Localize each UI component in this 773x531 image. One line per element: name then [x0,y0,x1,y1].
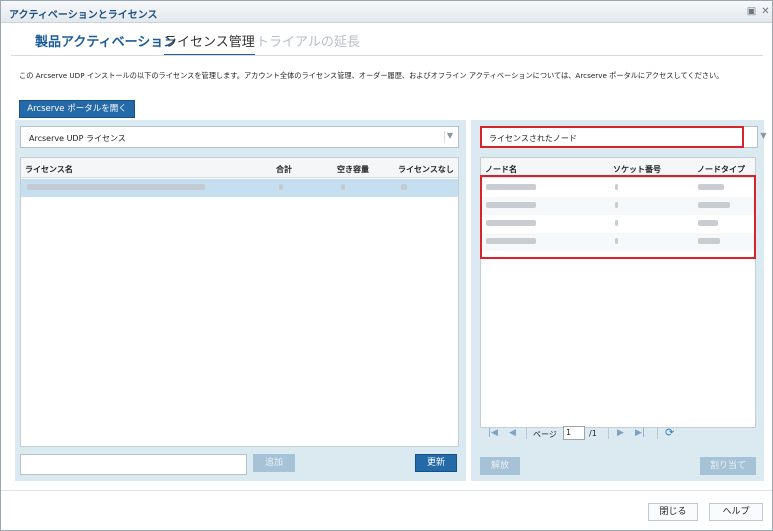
column-node-name[interactable]: ノード名 [485,164,517,175]
tabs-divider [11,55,763,56]
license-row[interactable] [21,179,458,197]
node-row[interactable] [481,179,755,197]
pager-divider [526,428,527,439]
redacted-node-name [486,220,536,226]
next-page-icon[interactable]: ▶ [617,428,624,438]
release-button[interactable]: 解放 [480,457,520,475]
node-row[interactable] [481,197,755,215]
dialog-title: アクティベーションとライセンス [9,10,158,21]
column-node-type[interactable]: ノードタイプ [697,164,745,175]
pagination-bar: |◀ ◀ ページ 1 /1 ▶ ▶| ⟳ [481,426,753,442]
column-total[interactable]: 合計 [276,164,292,175]
chevron-down-icon[interactable]: ▼ [444,131,455,143]
open-portal-button[interactable]: Arcserve ポータルを開く [19,100,135,118]
column-license-name[interactable]: ライセンス名 [25,164,73,175]
column-socket-number[interactable]: ソケット番号 [613,164,661,175]
license-type-value: Arcserve UDP ライセンス [29,134,126,143]
redacted-node-type [698,184,724,190]
refresh-icon[interactable]: ⟳ [665,426,674,439]
node-row[interactable] [481,215,755,233]
close-button[interactable]: 閉じる [648,503,698,521]
license-key-input[interactable] [20,454,247,475]
footer-divider [1,490,772,491]
node-grid: ノード名 ソケット番号 ノードタイプ [480,157,756,428]
license-panel: Arcserve UDP ライセンス ▼ ライセンス名 合計 空き容量 ライセン… [15,120,466,481]
license-grid: ライセンス名 合計 空き容量 ライセンスなし [20,157,459,447]
redacted-total [279,184,283,190]
pager-divider [608,428,609,439]
redacted-node-type [698,238,720,244]
first-page-icon[interactable]: |◀ [488,428,498,438]
redacted-node-name [486,202,536,208]
redacted-node-type [698,220,718,226]
node-filter-select[interactable]: ライセンスされたノード ▼ [480,126,767,148]
pager-divider [657,428,658,439]
last-page-icon[interactable]: ▶| [635,428,645,438]
node-row[interactable] [481,233,755,251]
column-unlicensed[interactable]: ライセンスなし [398,164,454,175]
tab-license-management[interactable]: ライセンス管理 [164,31,255,56]
node-grid-header: ノード名 ソケット番号 ノードタイプ [481,158,755,178]
redacted-node-name [486,238,536,244]
column-free[interactable]: 空き容量 [337,164,369,175]
page-total: /1 [589,429,597,438]
license-type-select[interactable]: Arcserve UDP ライセンス ▼ [20,126,459,148]
add-button[interactable]: 追加 [253,454,295,472]
license-grid-header: ライセンス名 合計 空き容量 ライセンスなし [21,158,458,178]
node-filter-value: ライセンスされたノード [489,134,577,143]
redacted-license-name [27,184,205,190]
prev-page-icon[interactable]: ◀ [509,428,516,438]
redacted-socket [615,184,618,190]
redacted-unlicensed [401,184,407,190]
chevron-down-icon[interactable]: ▼ [758,131,769,143]
tab-product-activation[interactable]: 製品アクティベーション [35,31,176,54]
tab-trial-extension: トライアルの延長 [256,35,360,50]
restore-icon[interactable]: ▣ [746,6,757,17]
redacted-socket [615,238,618,244]
redacted-node-type [698,202,730,208]
activation-license-dialog: アクティベーションとライセンス ▣ ✕ 製品アクティベーション ライセンス管理 … [0,0,773,531]
redacted-socket [615,202,618,208]
title-bar: アクティベーションとライセンス ▣ ✕ [1,1,772,23]
redacted-free [341,184,345,190]
assign-button[interactable]: 割り当て [700,457,756,475]
description-text: この Arcserve UDP インストールの以下のライセンスを管理します。アカ… [19,71,724,80]
update-button[interactable]: 更新 [415,454,457,472]
close-icon[interactable]: ✕ [760,6,771,17]
help-button[interactable]: ヘルプ [709,503,763,521]
node-panel: ライセンスされたノード ▼ ノード名 ソケット番号 ノードタイプ |◀ ◀ ペー… [471,120,767,481]
page-number-input[interactable]: 1 [563,426,585,440]
redacted-node-name [486,184,536,190]
redacted-socket [615,220,618,226]
page-label: ページ [533,430,557,439]
